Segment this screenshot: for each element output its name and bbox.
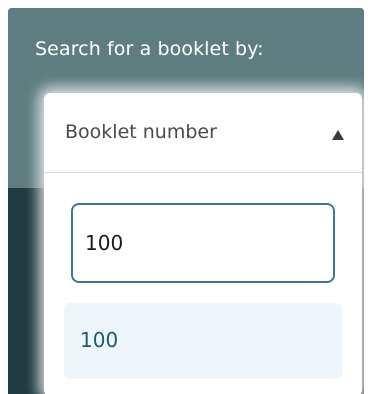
booklet-search-input[interactable] bbox=[71, 203, 335, 283]
selected-search-type: Booklet number bbox=[65, 121, 217, 143]
search-result-label: 100 bbox=[80, 328, 119, 352]
search-by-label: Search for a booklet by: bbox=[35, 38, 264, 60]
booklet-search-panel: Search for a booklet by: Booklet number … bbox=[8, 8, 364, 394]
search-type-dropdown: Booklet number 100 bbox=[44, 93, 362, 394]
search-type-select[interactable]: Booklet number bbox=[44, 93, 362, 173]
caret-up-icon bbox=[332, 130, 344, 140]
search-result-item[interactable]: 100 bbox=[64, 303, 342, 379]
